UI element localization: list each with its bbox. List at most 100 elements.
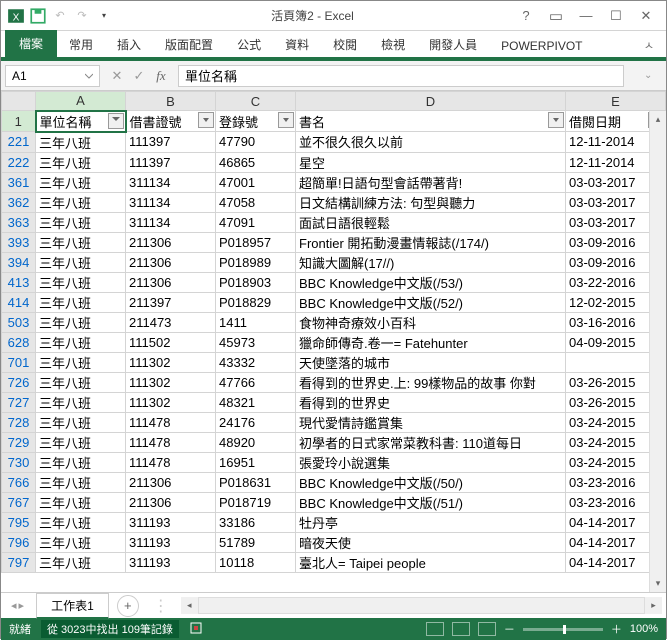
cell[interactable]: 三年八班: [36, 432, 126, 452]
row-header[interactable]: 414: [2, 292, 36, 312]
qat-dropdown-icon[interactable]: ▾: [95, 7, 113, 25]
row-header[interactable]: 413: [2, 272, 36, 292]
row-header[interactable]: 726: [2, 372, 36, 392]
scroll-down-icon[interactable]: ▾: [650, 575, 666, 592]
row-header[interactable]: 797: [2, 552, 36, 572]
view-page-break-icon[interactable]: [478, 622, 496, 636]
row-header[interactable]: 393: [2, 232, 36, 252]
horizontal-scrollbar[interactable]: ◂ ▸: [181, 597, 662, 614]
cell[interactable]: 43332: [216, 352, 296, 372]
cell[interactable]: 天使墜落的城市: [296, 352, 566, 372]
cell[interactable]: 111502: [126, 332, 216, 352]
cell[interactable]: 三年八班: [36, 412, 126, 432]
row-header-1[interactable]: 1: [2, 111, 36, 132]
cell[interactable]: 三年八班: [36, 472, 126, 492]
cell[interactable]: 三年八班: [36, 552, 126, 572]
cell[interactable]: 211473: [126, 312, 216, 332]
fx-icon[interactable]: fx: [152, 68, 170, 84]
col-header-a[interactable]: A: [36, 92, 126, 111]
cell[interactable]: BBC Knowledge中文版(/50/): [296, 472, 566, 492]
tab-file[interactable]: 檔案: [5, 30, 57, 57]
zoom-level[interactable]: 100%: [630, 623, 658, 635]
save-icon[interactable]: [29, 7, 47, 25]
name-box[interactable]: A1: [5, 65, 100, 87]
row-header[interactable]: 361: [2, 172, 36, 192]
col-header-c[interactable]: C: [216, 92, 296, 111]
cell[interactable]: 三年八班: [36, 192, 126, 212]
cell[interactable]: 48920: [216, 432, 296, 452]
cell[interactable]: P018957: [216, 232, 296, 252]
cell[interactable]: 111302: [126, 352, 216, 372]
minimize-icon[interactable]: —: [572, 6, 600, 26]
tab-nav-prev-icon[interactable]: ◂: [11, 599, 17, 612]
tab-nav-next-icon[interactable]: ▸: [19, 599, 25, 612]
cell[interactable]: 211306: [126, 492, 216, 512]
cell[interactable]: 日文結構訓練方法: 句型與聽力: [296, 192, 566, 212]
excel-icon[interactable]: X: [7, 7, 25, 25]
cell[interactable]: 45973: [216, 332, 296, 352]
sheet-tab-1[interactable]: 工作表1: [36, 593, 109, 619]
cell-d1[interactable]: 書名: [296, 111, 566, 132]
row-header[interactable]: 363: [2, 212, 36, 232]
cell[interactable]: 111478: [126, 452, 216, 472]
row-header[interactable]: 628: [2, 332, 36, 352]
cell[interactable]: 211397: [126, 292, 216, 312]
row-header[interactable]: 796: [2, 532, 36, 552]
cell[interactable]: 三年八班: [36, 532, 126, 552]
tab-insert[interactable]: 插入: [105, 32, 153, 57]
cell[interactable]: 三年八班: [36, 392, 126, 412]
undo-icon[interactable]: ↶: [51, 7, 69, 25]
cell[interactable]: 47091: [216, 212, 296, 232]
row-header[interactable]: 394: [2, 252, 36, 272]
row-header[interactable]: 730: [2, 452, 36, 472]
cell[interactable]: 臺北人= Taipei people: [296, 552, 566, 572]
redo-icon[interactable]: ↷: [73, 7, 91, 25]
cell[interactable]: 三年八班: [36, 132, 126, 153]
help-icon[interactable]: ?: [512, 6, 540, 26]
zoom-in-icon[interactable]: ＋: [611, 621, 622, 637]
cell[interactable]: 食物神奇療效小百科: [296, 312, 566, 332]
col-header-b[interactable]: B: [126, 92, 216, 111]
tab-developer[interactable]: 開發人員: [417, 32, 489, 57]
row-header[interactable]: 362: [2, 192, 36, 212]
zoom-slider[interactable]: [523, 628, 603, 631]
tab-layout[interactable]: 版面配置: [153, 32, 225, 57]
cell[interactable]: 111302: [126, 392, 216, 412]
cell[interactable]: 三年八班: [36, 372, 126, 392]
cell[interactable]: 311134: [126, 212, 216, 232]
view-normal-icon[interactable]: [426, 622, 444, 636]
cell[interactable]: BBC Knowledge中文版(/51/): [296, 492, 566, 512]
cell[interactable]: 211306: [126, 252, 216, 272]
row-header[interactable]: 701: [2, 352, 36, 372]
cell[interactable]: 三年八班: [36, 452, 126, 472]
scroll-left-icon[interactable]: ◂: [181, 597, 198, 614]
cell[interactable]: 10118: [216, 552, 296, 572]
cell[interactable]: 111397: [126, 152, 216, 172]
tab-home[interactable]: 常用: [57, 32, 105, 57]
row-header[interactable]: 503: [2, 312, 36, 332]
cell[interactable]: 24176: [216, 412, 296, 432]
cell[interactable]: 48321: [216, 392, 296, 412]
cell[interactable]: 三年八班: [36, 212, 126, 232]
scroll-up-icon[interactable]: ▴: [650, 111, 666, 128]
filter-button-a[interactable]: [108, 113, 124, 129]
zoom-out-icon[interactable]: －: [504, 621, 515, 637]
cell[interactable]: 16951: [216, 452, 296, 472]
filter-button-c[interactable]: [278, 112, 294, 128]
row-header[interactable]: 222: [2, 152, 36, 172]
filter-button-b[interactable]: [198, 112, 214, 128]
cell[interactable]: 三年八班: [36, 492, 126, 512]
tab-split-handle[interactable]: ⋮: [153, 596, 161, 616]
tab-view[interactable]: 檢視: [369, 32, 417, 57]
cell[interactable]: 三年八班: [36, 292, 126, 312]
cell[interactable]: 47058: [216, 192, 296, 212]
cell[interactable]: 111397: [126, 132, 216, 153]
cell[interactable]: 面試日語很輕鬆: [296, 212, 566, 232]
cell[interactable]: 211306: [126, 472, 216, 492]
row-header[interactable]: 767: [2, 492, 36, 512]
add-sheet-button[interactable]: +: [117, 595, 139, 617]
cell[interactable]: 現代愛情詩鑑賞集: [296, 412, 566, 432]
cell[interactable]: 看得到的世界史.上: 99樣物品的故事 你對: [296, 372, 566, 392]
cell[interactable]: 211306: [126, 272, 216, 292]
cell[interactable]: P018829: [216, 292, 296, 312]
